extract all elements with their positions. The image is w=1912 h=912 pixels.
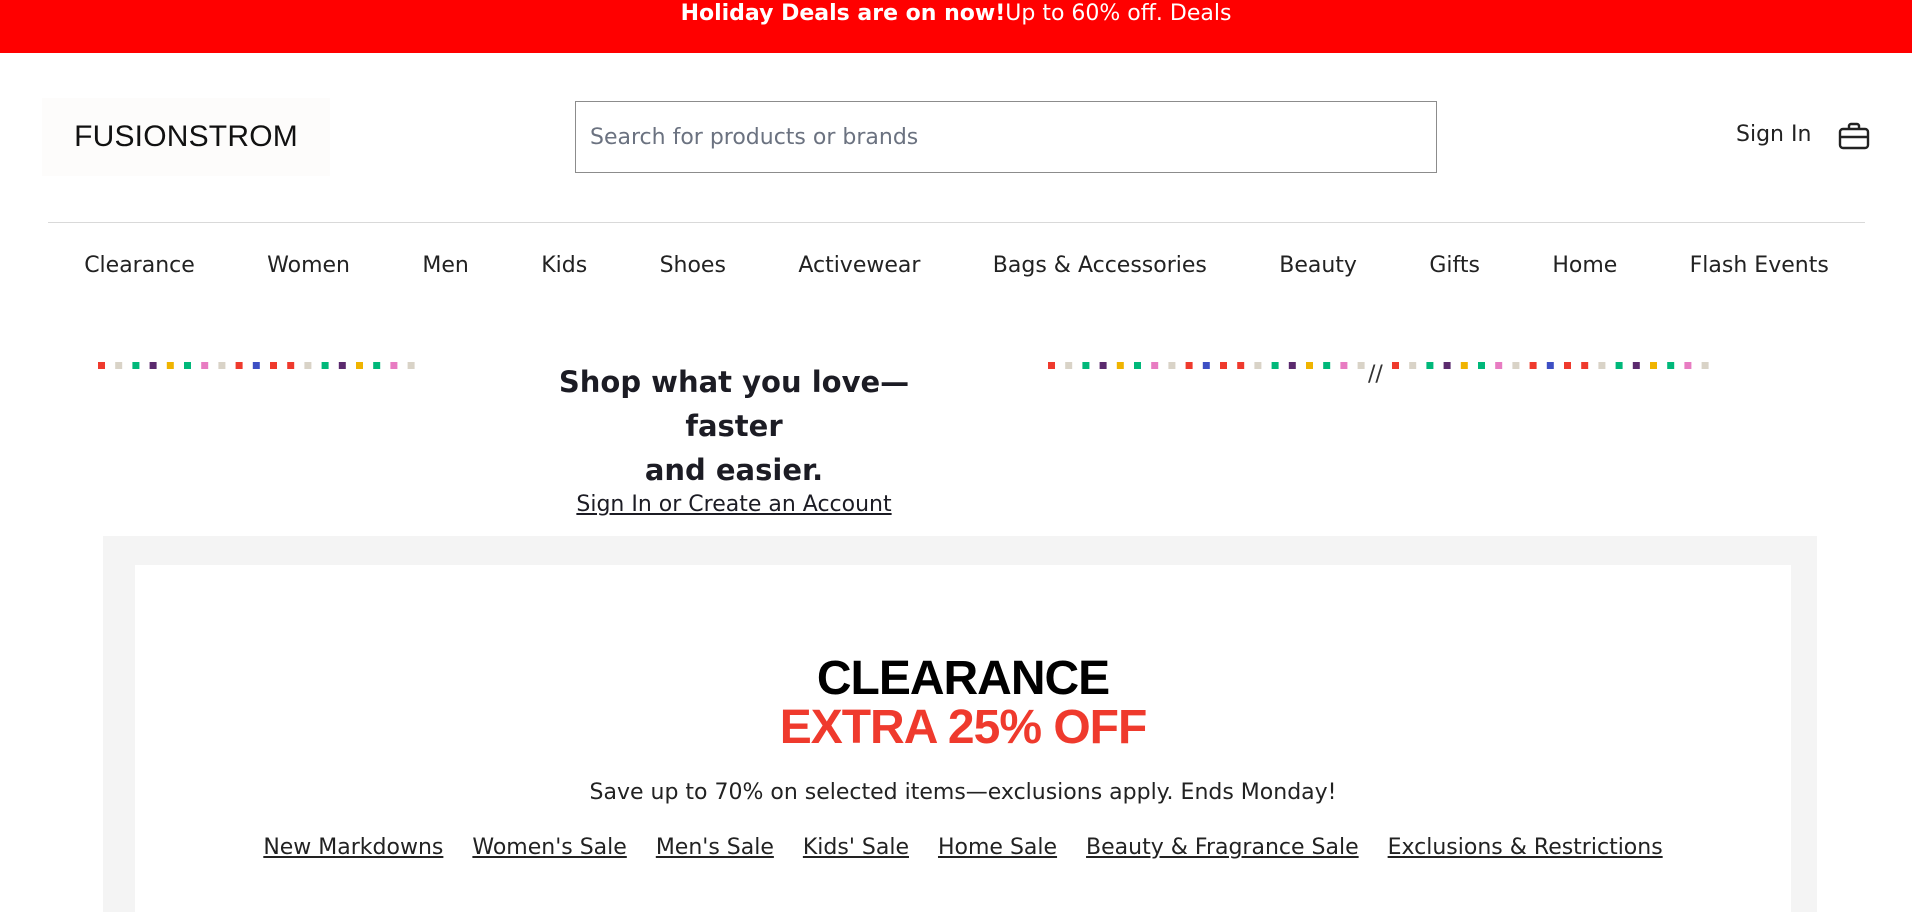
- decorative-dot: [407, 362, 415, 369]
- decorative-dot: [1288, 362, 1296, 369]
- sign-in-link[interactable]: Sign In: [1736, 122, 1811, 147]
- decorative-dot: [1254, 362, 1262, 369]
- decorative-dot: [1202, 362, 1210, 369]
- decorative-dot: [1237, 362, 1245, 369]
- nav-item-home[interactable]: Home: [1552, 253, 1617, 278]
- decorative-dot: [1701, 362, 1709, 369]
- decorative-dot: [201, 362, 209, 369]
- link-home-sale[interactable]: Home Sale: [938, 835, 1057, 860]
- decorative-dot: [338, 362, 346, 369]
- decorative-dot: [1632, 362, 1640, 369]
- nav-item-clearance[interactable]: Clearance: [84, 253, 195, 278]
- promo-banner-bold: Holiday Deals are on now!: [680, 1, 1006, 26]
- decorative-dot: [390, 362, 398, 369]
- link-beauty-fragrance-sale[interactable]: Beauty & Fragrance Sale: [1086, 835, 1359, 860]
- link-kids-sale[interactable]: Kids' Sale: [803, 835, 909, 860]
- clearance-title: CLEARANCE: [816, 652, 1110, 705]
- decorative-dot: [1409, 362, 1417, 369]
- header-divider: [48, 222, 1865, 223]
- decorative-dot: [1323, 362, 1331, 369]
- decorative-dots-left: [98, 362, 422, 370]
- decorative-dot: [1478, 362, 1485, 369]
- decorative-dot: [1512, 362, 1520, 369]
- nav-item-men[interactable]: Men: [422, 253, 468, 278]
- decorative-dot: [321, 362, 329, 369]
- decorative-dots-right-end: [1392, 362, 1716, 370]
- signin-banner: Shop what you love—faster and easier. Si…: [512, 360, 956, 517]
- decorative-dot: [1667, 362, 1675, 369]
- link-mens-sale[interactable]: Men's Sale: [656, 835, 774, 860]
- decorative-dot: [132, 362, 140, 369]
- promo-banner[interactable]: Holiday Deals are on now!Up to 60% off. …: [0, 0, 1912, 53]
- nav-item-kids[interactable]: Kids: [541, 253, 587, 278]
- decorative-dot: [1529, 362, 1537, 369]
- decorative-dot: [373, 362, 381, 369]
- decorative-dots-right: [1048, 362, 1368, 370]
- decorative-dot: [1443, 362, 1451, 369]
- nav-item-activewear[interactable]: Activewear: [798, 253, 920, 278]
- nav-item-beauty[interactable]: Beauty: [1279, 253, 1357, 278]
- shopping-bag-icon[interactable]: [1838, 122, 1870, 150]
- decorative-dot: [1581, 362, 1589, 369]
- link-exclusions-restrictions[interactable]: Exclusions & Restrictions: [1388, 835, 1663, 860]
- link-new-markdowns[interactable]: New Markdowns: [263, 835, 443, 860]
- decorative-dot: [1460, 362, 1468, 369]
- decorative-dot: [1134, 362, 1141, 369]
- decorative-dot: [235, 362, 243, 369]
- clearance-links: New Markdowns Women's Sale Men's Sale Ki…: [135, 835, 1791, 860]
- decorative-dot: [1099, 362, 1107, 369]
- decorative-dot: [1564, 362, 1571, 369]
- decorative-dot: [1185, 362, 1193, 369]
- nav-item-women[interactable]: Women: [267, 253, 350, 278]
- signin-heading-line1: Shop what you love—faster: [558, 365, 910, 443]
- decorative-dot: [1426, 362, 1434, 369]
- search-input[interactable]: [575, 101, 1437, 173]
- decorative-dot: [149, 362, 157, 369]
- decorative-dot: [1392, 362, 1399, 369]
- decorative-dot: [252, 362, 260, 369]
- decorative-dot: [1598, 362, 1606, 369]
- decorative-slashes: //: [1368, 362, 1383, 387]
- clearance-discount: EXTRA 25% OFF: [779, 701, 1148, 754]
- decorative-dot: [1306, 362, 1313, 369]
- decorative-dot: [1684, 362, 1692, 369]
- nav-item-bags-accessories[interactable]: Bags & Accessories: [993, 253, 1207, 278]
- decorative-dot: [1271, 362, 1279, 369]
- site-logo[interactable]: FUSIONSTROM: [42, 98, 330, 176]
- decorative-dot: [1168, 362, 1176, 369]
- decorative-dot: [1220, 362, 1227, 369]
- decorative-dot: [1495, 362, 1503, 369]
- clearance-promo: CLEARANCE EXTRA 25% OFF Save up to 70% o…: [135, 565, 1791, 912]
- decorative-dot: [1340, 362, 1348, 369]
- signin-heading-line2: and easier.: [644, 453, 824, 487]
- decorative-dot: [1151, 362, 1159, 369]
- nav-item-gifts[interactable]: Gifts: [1429, 253, 1480, 278]
- decorative-dot: [184, 362, 191, 369]
- decorative-dot: [98, 362, 105, 369]
- signin-create-account-link[interactable]: Sign In or Create an Account: [576, 492, 891, 517]
- decorative-dot: [1116, 362, 1124, 369]
- decorative-dot: [304, 362, 312, 369]
- decorative-dot: [356, 362, 363, 369]
- decorative-dot: [1650, 362, 1657, 369]
- decorative-dot: [287, 362, 295, 369]
- logo-text: FUSIONSTROM: [74, 120, 298, 153]
- promo-banner-text[interactable]: Up to 60% off. Deals: [1005, 1, 1231, 26]
- decorative-dot: [218, 362, 226, 369]
- decorative-dot: [1357, 362, 1365, 369]
- decorative-dot: [1065, 362, 1073, 369]
- clearance-description: Save up to 70% on selected items—exclusi…: [589, 780, 1337, 805]
- decorative-dot: [1615, 362, 1623, 369]
- nav-item-shoes[interactable]: Shoes: [660, 253, 726, 278]
- decorative-dot: [270, 362, 277, 369]
- decorative-dot: [1082, 362, 1090, 369]
- decorative-dot: [1546, 362, 1554, 369]
- decorative-dot: [166, 362, 174, 369]
- main-nav: Clearance Women Men Kids Shoes Activewea…: [48, 253, 1865, 278]
- decorative-dot: [115, 362, 123, 369]
- decorative-dot: [1048, 362, 1055, 369]
- nav-item-flash-events[interactable]: Flash Events: [1690, 253, 1829, 278]
- link-womens-sale[interactable]: Women's Sale: [472, 835, 626, 860]
